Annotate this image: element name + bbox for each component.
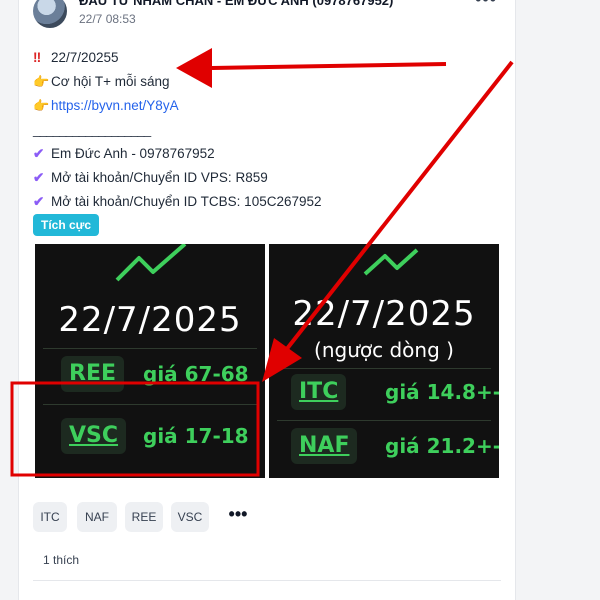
post-time[interactable]: 22/7 08:53 [79,12,136,26]
divider [277,368,491,369]
price-itc: giá 14.8+- [385,380,499,404]
author-name[interactable]: ĐẦU TƯ NHÀM CHÁN - EM ĐỨC ANH (097876795… [79,0,393,8]
check-mark-icon: ✔ [33,146,45,161]
tcbs-line: ✔ Mở tài khoản/Chuyển ID TCBS: 105C267952 [33,190,503,214]
opportunity-text: Cơ hội T+ mỗi sáng [51,74,170,89]
post-body: ‼ 22/7/20255 👉 Cơ hội T+ mỗi sáng 👉 https:/… [33,46,503,214]
chip-vsc[interactable]: VSC [171,502,209,532]
date-line: ‼ 22/7/20255 [33,46,503,70]
separator-line: __________________ [33,122,151,137]
contact-line: ✔ Em Đức Anh - 0978767952 [33,142,503,166]
link-line: 👉 https://byvn.net/Y8yA [33,94,503,118]
price-vsc: giá 17-18 [143,424,249,448]
vps-text: Mở tài khoản/Chuyển ID VPS: R859 [51,170,268,185]
chip-naf[interactable]: NAF [77,502,117,532]
post-header: ĐẦU TƯ NHÀM CHÁN - EM ĐỨC ANH (097876795… [33,0,503,30]
divider [43,404,257,405]
more-options-icon[interactable]: ••• [475,0,497,8]
image-subtitle: (ngược dòng ) [314,338,454,362]
chip-itc[interactable]: ITC [33,502,67,532]
vps-line: ✔ Mở tài khoản/Chuyển ID VPS: R859 [33,166,503,190]
more-chips-icon[interactable]: ••• [223,502,253,532]
post-link[interactable]: https://byvn.net/Y8yA [51,98,179,113]
divider [43,348,257,349]
pointing-hand-icon: 👉 [33,74,50,89]
price-ree: giá 67-68 [143,362,249,386]
divider [277,420,491,421]
chip-ree[interactable]: REE [125,502,163,532]
ticker-vsc: VSC [61,418,127,454]
opportunity-line: 👉 Cơ hội T+ mỗi sáng [33,70,503,94]
ticker-itc: ITC [291,374,347,410]
image-date: 22/7/2025 [58,300,242,340]
price-naf: giá 21.2+- [385,434,499,458]
date-line-text: 22/7/20255 [51,50,119,65]
check-mark-icon: ✔ [33,170,45,185]
double-exclamation-icon: ‼ [33,50,42,65]
stock-image-left[interactable]: 22/7/2025 REE giá 67-68 VSC giá 17-18 [35,244,265,478]
ticker-naf: NAF [291,428,358,464]
check-mark-icon: ✔ [33,194,45,209]
avatar[interactable] [33,0,67,28]
tcbs-text: Mở tài khoản/Chuyển ID TCBS: 105C267952 [51,194,322,209]
sentiment-tag[interactable]: Tích cực [33,214,100,236]
contact-text: Em Đức Anh - 0978767952 [51,146,215,161]
pointing-hand-icon: 👉 [33,98,50,113]
stock-image-right[interactable]: 22/7/2025 (ngược dòng ) ITC giá 14.8+- N… [269,244,499,478]
footer-divider [33,580,501,581]
post-card: ĐẦU TƯ NHÀM CHÁN - EM ĐỨC ANH (097876795… [18,0,516,600]
ticker-ree: REE [61,356,124,392]
image-date: 22/7/2025 [292,294,476,334]
like-count[interactable]: 1 thích [43,553,79,567]
